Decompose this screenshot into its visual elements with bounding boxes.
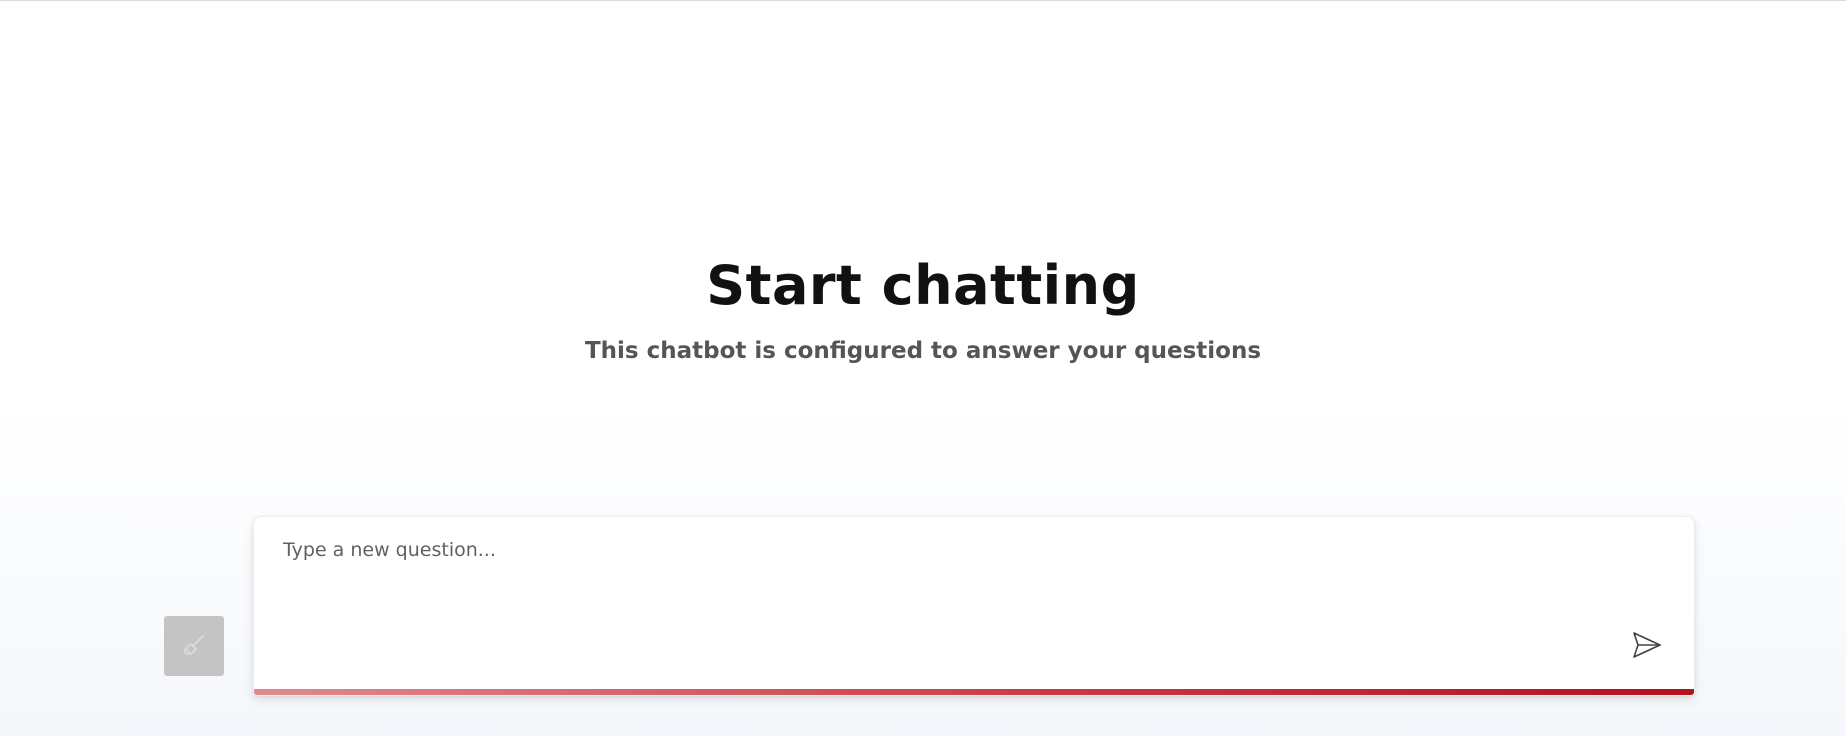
question-input[interactable] <box>283 539 1583 649</box>
send-icon <box>1631 629 1663 664</box>
empty-state-subtitle: This chatbot is configured to answer you… <box>584 338 1262 364</box>
input-accent-bar <box>254 689 1694 695</box>
question-input-container <box>253 516 1695 696</box>
send-question-button[interactable] <box>1624 623 1670 669</box>
broom-icon <box>181 632 207 661</box>
empty-state-title: Start chatting <box>706 254 1140 317</box>
clear-chat-button[interactable] <box>164 616 224 676</box>
